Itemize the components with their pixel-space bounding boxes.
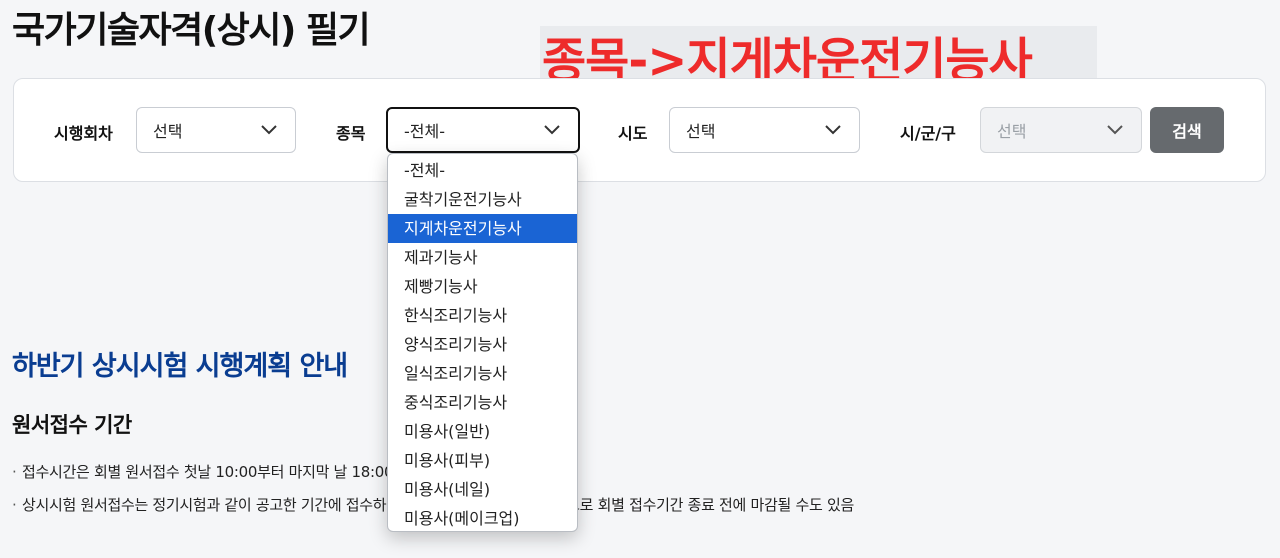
dropdown-option[interactable]: 미용사(피부) (388, 446, 577, 475)
dropdown-option[interactable]: -전체- (388, 156, 577, 185)
bullet-text: 접수시간은 회별 원서접수 첫날 10:00부터 마지막 날 18:00까지임 (22, 463, 434, 481)
dropdown-option[interactable]: 미용사(네일) (388, 475, 577, 504)
round-select[interactable]: 선택 (136, 107, 296, 153)
chevron-down-icon (257, 118, 281, 142)
item-dropdown-list[interactable]: -전체- 굴착기운전기능사 지게차운전기능사 제과기능사 제빵기능사 한식조리기… (387, 153, 578, 532)
dropdown-option[interactable]: 양식조리기능사 (388, 330, 577, 359)
search-panel: 시행회차 선택 종목 -전체- 시도 선택 시/군/구 선택 검색 (13, 78, 1266, 182)
dropdown-option[interactable]: 제빵기능사 (388, 272, 577, 301)
dropdown-option[interactable]: 일식조리기능사 (388, 359, 577, 388)
chevron-down-icon (821, 118, 845, 142)
dropdown-option[interactable]: 미용사(메이크업) (388, 504, 577, 531)
item-select[interactable]: -전체- (386, 107, 580, 153)
sido-label: 시도 (618, 124, 648, 143)
page: 국가기술자격(상시) 필기 종목->지게차운전기능사 시행회차 선택 종목 -전… (0, 0, 1280, 558)
sido-select-value: 선택 (686, 122, 716, 141)
round-label: 시행회차 (54, 124, 113, 143)
search-button[interactable]: 검색 (1150, 107, 1224, 153)
dropdown-option-highlighted[interactable]: 지게차운전기능사 (388, 214, 577, 243)
sido-select[interactable]: 선택 (669, 107, 860, 153)
dropdown-option[interactable]: 미용사(일반) (388, 417, 577, 446)
sigungu-label: 시/군/구 (900, 124, 956, 143)
bullet-item: · 접수시간은 회별 원서접수 첫날 10:00부터 마지막 날 18:00까지임 (12, 461, 434, 482)
sub-heading: 원서접수 기간 (12, 413, 132, 437)
sigungu-select-value: 선택 (997, 122, 1027, 141)
dropdown-option[interactable]: 중식조리기능사 (388, 388, 577, 417)
bullet-dot: · (12, 496, 17, 514)
dropdown-option[interactable]: 굴착기운전기능사 (388, 185, 577, 214)
section-heading: 하반기 상시시험 시행계획 안내 (12, 351, 348, 382)
chevron-down-icon (1103, 118, 1127, 142)
dropdown-option[interactable]: 제과기능사 (388, 243, 577, 272)
page-title: 국가기술자격(상시) 필기 (12, 10, 371, 51)
sigungu-select[interactable]: 선택 (980, 107, 1142, 153)
round-select-value: 선택 (153, 122, 183, 141)
item-select-value: -전체- (404, 122, 445, 141)
item-label: 종목 (336, 124, 366, 143)
bullet-dot: · (12, 463, 17, 481)
dropdown-option[interactable]: 한식조리기능사 (388, 301, 577, 330)
chevron-down-icon (540, 118, 564, 142)
